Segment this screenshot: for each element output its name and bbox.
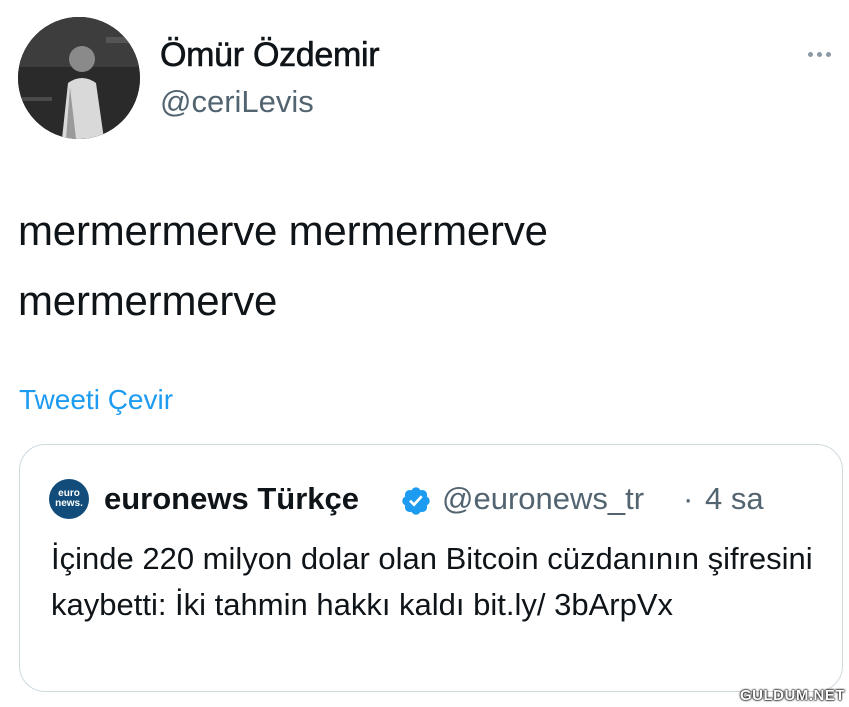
quoted-author-name[interactable]: euronews Türkçe [104, 481, 359, 517]
separator-dot: · [683, 481, 694, 516]
euronews-logo-icon: euro news. [49, 479, 89, 519]
tweet-text: mermermerve mermermerve mermermerve [18, 207, 548, 324]
more-horizontal-icon[interactable] [801, 44, 837, 64]
logo-text-bottom: news. [55, 498, 83, 509]
author-handle[interactable]: @ceriLevis [160, 84, 314, 120]
avatar-photo [18, 17, 140, 139]
verified-badge-icon [402, 487, 430, 515]
quoted-tweet-card[interactable]: euro news. euronews Türkçe @euronews_tr … [19, 444, 843, 692]
quoted-author-handle[interactable]: @euronews_tr [442, 481, 644, 517]
site-watermark: GULDUM.NET [740, 687, 845, 704]
author-name[interactable]: Ömür Özdemir [160, 36, 380, 75]
translate-tweet-link[interactable]: Tweeti Çevir [19, 384, 173, 416]
quoted-tweet-time[interactable]: 4 sa [705, 481, 764, 517]
quoted-tweet-text: İçinde 220 milyon dolar olan Bitcoin cüz… [51, 541, 813, 622]
author-avatar[interactable] [18, 17, 140, 139]
